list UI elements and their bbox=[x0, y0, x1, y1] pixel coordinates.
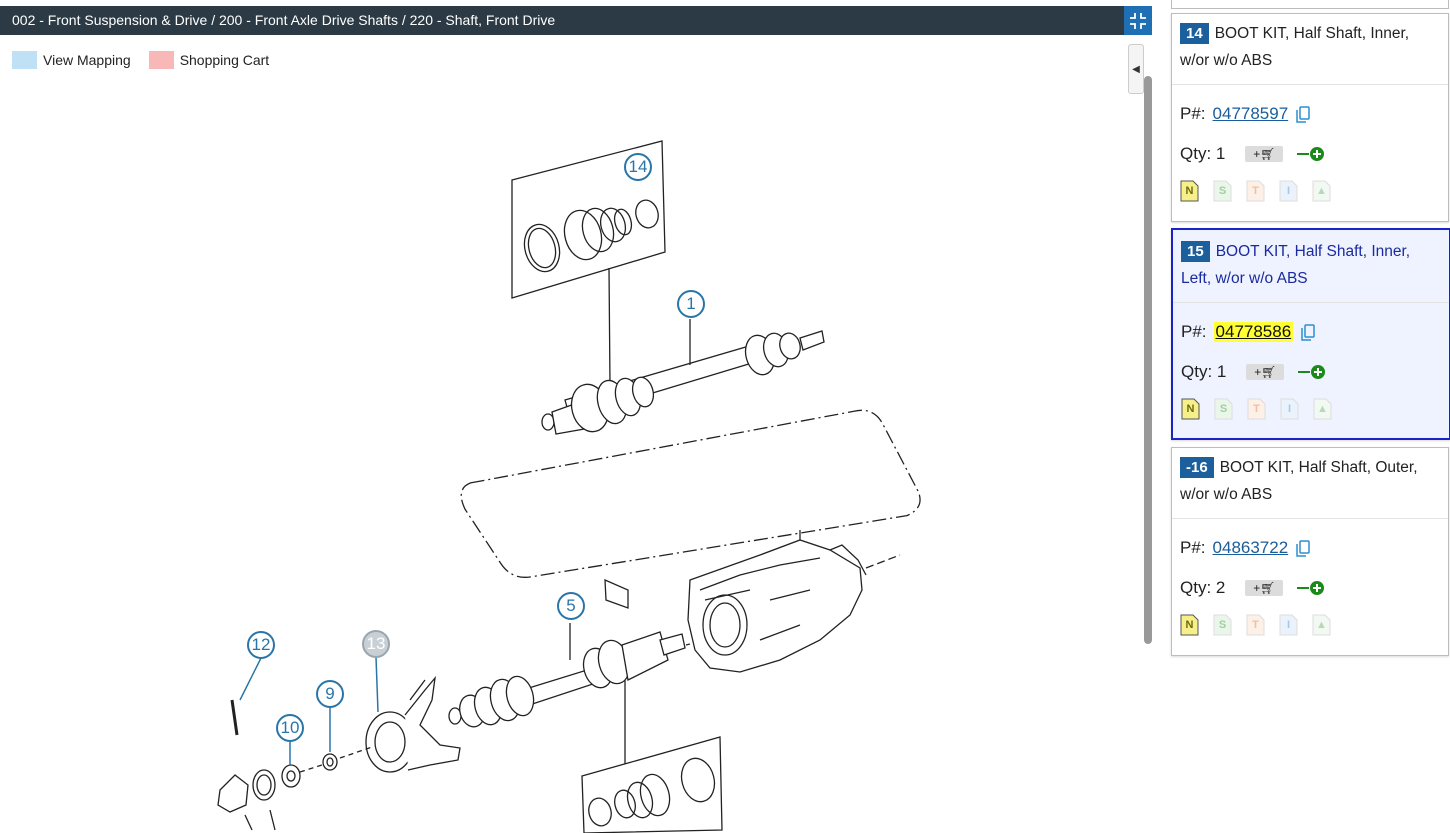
callout-number: 14 bbox=[628, 157, 648, 176]
image-doc-icon: ▲ bbox=[1312, 180, 1331, 202]
callout-1[interactable]: 1 bbox=[677, 290, 705, 318]
callout-12[interactable]: 12 bbox=[247, 631, 275, 659]
quantity-value: 2 bbox=[1215, 578, 1226, 597]
callout-5[interactable]: 5 bbox=[557, 592, 585, 620]
diagram-scrollbar[interactable] bbox=[1144, 76, 1152, 644]
part-number-row: P#: 04863722 bbox=[1172, 528, 1448, 568]
legend-shopping-cart: Shopping Cart bbox=[148, 51, 270, 69]
part-number-label: P#: bbox=[1180, 104, 1206, 123]
drive-shaft-illustration-upper bbox=[541, 319, 825, 435]
callout-number: 12 bbox=[251, 635, 271, 654]
quantity-label: Qty: bbox=[1180, 144, 1212, 163]
callout-number: 9 bbox=[325, 684, 335, 703]
drive-shaft-illustration-lower bbox=[448, 623, 691, 770]
add-green-icon[interactable] bbox=[1297, 580, 1327, 596]
info-doc-icon: I bbox=[1280, 398, 1299, 420]
tech-doc-icon: T bbox=[1246, 180, 1265, 202]
part-card-selected[interactable]: 15 BOOT KIT, Half Shaft, Inner, Left, w/o… bbox=[1171, 228, 1450, 440]
part-card[interactable]: -16 BOOT KIT, Half Shaft, Outer, w/or w/o… bbox=[1171, 447, 1449, 656]
notes-doc-icon[interactable]: N bbox=[1180, 614, 1199, 636]
part-number-row: P#: 04778597 bbox=[1172, 94, 1448, 134]
notes-doc-icon[interactable]: N bbox=[1180, 180, 1199, 202]
callout-number: 13 bbox=[366, 634, 386, 653]
legend: View Mapping Shopping Cart bbox=[12, 50, 287, 70]
parts-list-panel: 14 BOOT KIT, Half Shaft, Inner, w/or w/o … bbox=[1164, 0, 1450, 833]
part-header: -16 BOOT KIT, Half Shaft, Outer, w/or w/o… bbox=[1172, 448, 1448, 519]
part-card[interactable]: 14 BOOT KIT, Half Shaft, Inner, w/or w/o … bbox=[1171, 13, 1449, 222]
cart-icon: +🛒︎ bbox=[1253, 147, 1276, 161]
part-number-label: P#: bbox=[1181, 322, 1207, 341]
service-doc-icon: S bbox=[1214, 398, 1233, 420]
assembly-outline bbox=[460, 409, 921, 578]
part-number-link[interactable]: 04863722 bbox=[1213, 538, 1289, 558]
part-callout-badge: 14 bbox=[1180, 23, 1209, 44]
notes-doc-icon[interactable]: N bbox=[1181, 398, 1200, 420]
breadcrumb: 002 - Front Suspension & Drive / 200 - F… bbox=[12, 12, 556, 28]
doc-icons: N S T I ▲ bbox=[1173, 392, 1449, 430]
callout-number: 5 bbox=[566, 596, 576, 615]
tech-doc-icon: T bbox=[1247, 398, 1266, 420]
steering-knuckle-illustration bbox=[365, 675, 461, 773]
view-mapping-swatch bbox=[12, 51, 37, 69]
part-header: 15 BOOT KIT, Half Shaft, Inner, Left, w/o… bbox=[1173, 230, 1449, 303]
quantity-row: Qty: 1 +🛒︎ bbox=[1172, 134, 1448, 174]
previous-card-edge bbox=[1171, 0, 1449, 9]
part-number-row: P#: 04778586 bbox=[1173, 312, 1449, 352]
image-doc-icon: ▲ bbox=[1312, 614, 1331, 636]
quantity-value: 1 bbox=[1216, 362, 1227, 381]
collapse-button[interactable] bbox=[1124, 6, 1152, 35]
add-green-icon[interactable] bbox=[1297, 146, 1327, 162]
part-number-link[interactable]: 04778597 bbox=[1213, 104, 1289, 124]
collapse-icon bbox=[1130, 12, 1146, 29]
info-doc-icon: I bbox=[1279, 180, 1298, 202]
quantity-label: Qty: bbox=[1180, 578, 1212, 597]
callout-10[interactable]: 10 bbox=[276, 714, 304, 742]
cart-icon: +🛒︎ bbox=[1254, 365, 1277, 379]
callout-number: 1 bbox=[686, 294, 696, 313]
callout-13[interactable]: 13 bbox=[362, 630, 390, 658]
cart-icon: +🛒︎ bbox=[1253, 581, 1276, 595]
quantity-value: 1 bbox=[1215, 144, 1226, 163]
part-number-link[interactable]: 04778586 bbox=[1213, 322, 1294, 342]
copy-icon[interactable] bbox=[1301, 323, 1315, 341]
add-to-cart-button[interactable]: +🛒︎ bbox=[1245, 580, 1284, 596]
legend-label: View Mapping bbox=[43, 52, 131, 68]
image-doc-icon: ▲ bbox=[1313, 398, 1332, 420]
legend-label: Shopping Cart bbox=[179, 52, 270, 68]
callout-number: 10 bbox=[280, 718, 300, 737]
add-green-icon[interactable] bbox=[1298, 364, 1328, 380]
info-doc-icon: I bbox=[1279, 614, 1298, 636]
triangle-left-icon: ◀ bbox=[1132, 63, 1140, 75]
parts-diagram bbox=[217, 140, 921, 833]
header-bar: 002 - Front Suspension & Drive / 200 - F… bbox=[0, 6, 1152, 35]
callout-9[interactable]: 9 bbox=[316, 680, 344, 708]
part-header: 14 BOOT KIT, Half Shaft, Inner, w/or w/o … bbox=[1172, 14, 1448, 85]
part-description: BOOT KIT, Half Shaft, Inner, Left, w/or … bbox=[1181, 243, 1411, 287]
part-callout-badge: 15 bbox=[1181, 241, 1210, 262]
legend-view-mapping: View Mapping bbox=[12, 51, 131, 69]
part-description: BOOT KIT, Half Shaft, Outer, w/or w/o AB… bbox=[1180, 459, 1418, 503]
service-doc-icon: S bbox=[1213, 614, 1232, 636]
add-to-cart-button[interactable]: +🛒︎ bbox=[1246, 364, 1285, 380]
part-callout-badge: -16 bbox=[1180, 457, 1214, 478]
add-to-cart-button[interactable]: +🛒︎ bbox=[1245, 146, 1284, 162]
callout-14[interactable]: 14 bbox=[624, 153, 652, 181]
quantity-row: Qty: 2 +🛒︎ bbox=[1172, 568, 1448, 608]
tech-doc-icon: T bbox=[1246, 614, 1265, 636]
quantity-label: Qty: bbox=[1181, 362, 1213, 381]
copy-icon[interactable] bbox=[1296, 539, 1310, 557]
doc-icons: N S T I ▲ bbox=[1172, 608, 1448, 646]
part-description: BOOT KIT, Half Shaft, Inner, w/or w/o AB… bbox=[1180, 25, 1410, 69]
copy-icon[interactable] bbox=[1296, 105, 1310, 123]
panel-toggle-button[interactable]: ◀ bbox=[1128, 44, 1144, 94]
shopping-cart-swatch bbox=[148, 51, 174, 69]
quantity-row: Qty: 1 +🛒︎ bbox=[1173, 352, 1449, 392]
part-number-label: P#: bbox=[1180, 538, 1206, 557]
callout-leaders bbox=[239, 656, 379, 766]
service-doc-icon: S bbox=[1213, 180, 1232, 202]
doc-icons: N S T I ▲ bbox=[1172, 174, 1448, 212]
boot-kit-illustration-lower bbox=[581, 736, 723, 833]
